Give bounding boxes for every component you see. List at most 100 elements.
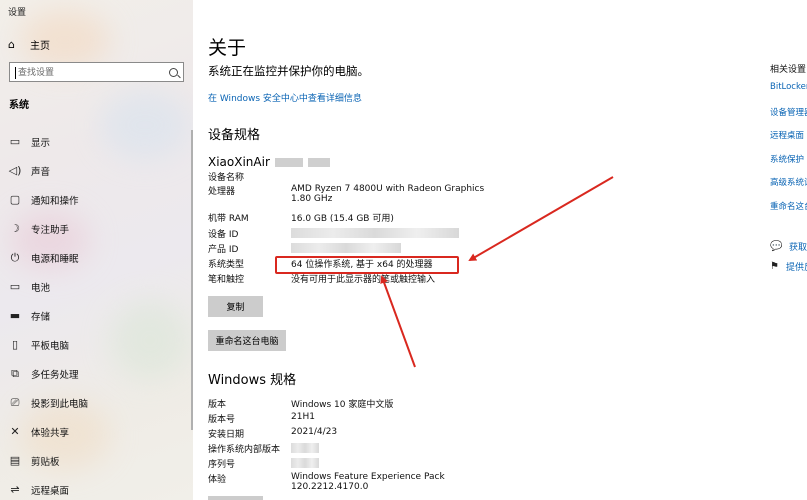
sidebar-item-label: 平板电脑 [31, 340, 70, 352]
processor-name: AMD Ryzen 7 4800U with Radeon Graphics [291, 184, 485, 194]
related-link-advanced-settings[interactable]: 高级系统设置 [770, 176, 807, 200]
related-link-remote-desktop[interactable]: 远程桌面 [770, 129, 807, 153]
spec-key: 笔和触控 [208, 275, 245, 285]
page-title: 关于 [208, 37, 247, 59]
sidebar-item-battery[interactable]: ▭ 电池 [0, 272, 193, 301]
sidebar-item-power[interactable]: ⏻ 电源和睡眠 [0, 243, 193, 272]
multitask-icon: ⧉ [11, 366, 19, 380]
sidebar-item-label: 远程桌面 [31, 485, 70, 497]
related-link-bitlocker[interactable]: BitLocker [770, 82, 807, 106]
sidebar-item-clipboard[interactable]: ▤ 剪贴板 [0, 446, 193, 475]
sidebar-item-shared-experiences[interactable]: ✕ 体验共享 [0, 417, 193, 446]
redacted-text [307, 157, 330, 167]
remote-icon: ⇌ [10, 483, 20, 496]
sidebar-item-label: 专注助手 [31, 224, 70, 236]
sidebar-item-focus-assist[interactable]: ☽ 专注助手 [0, 214, 193, 243]
notification-icon: ▢ [9, 193, 21, 206]
sidebar-item-remote-desktop[interactable]: ⇌ 远程桌面 [0, 475, 193, 500]
related-settings-heading: 相关设置 [770, 65, 807, 75]
sidebar-nav: ▭ 显示 ◁) 声音 ▢ 通知和操作 ☽ 专注助手 ⏻ 电源和睡眠 ▭ 电池 ▬ 存储 ▯ 平板… [0, 127, 193, 500]
redacted-value [291, 458, 319, 468]
sidebar-item-label: 剪贴板 [31, 456, 60, 468]
spec-key: 处理器 [208, 187, 236, 197]
search-placeholder: 查找设置 [18, 68, 55, 79]
spec-key: 操作系统内部版本 [208, 445, 281, 455]
copy-button[interactable]: 复制 [208, 296, 263, 317]
redacted-value [291, 443, 319, 453]
speaker-icon: ◁) [8, 164, 22, 177]
sidebar-item-multitasking[interactable]: ⧉ 多任务处理 [0, 359, 193, 388]
sidebar-item-display[interactable]: ▭ 显示 [0, 127, 193, 156]
sidebar-home[interactable]: ⌂ 主页 [8, 37, 50, 52]
sidebar-item-label: 投影到此电脑 [31, 398, 89, 410]
spec-value: 2021/4/23 [291, 427, 338, 437]
sidebar-item-label: 多任务处理 [31, 369, 79, 381]
spec-key: 版本 [208, 400, 227, 410]
help-label: 获取帮助 [789, 242, 807, 253]
feedback-icon: ⚑ [770, 260, 779, 272]
sidebar-item-projecting[interactable]: ⎚ 投影到此电脑 [0, 388, 193, 417]
sidebar-item-label: 通知和操作 [31, 195, 79, 207]
spec-key: 安装日期 [208, 430, 245, 440]
spec-value: 没有可用于此显示器的笔或触控输入 [291, 275, 436, 285]
related-link-system-protection[interactable]: 系统保护 [770, 153, 807, 177]
feedback-link[interactable]: ⚑ 提供反馈 [770, 256, 807, 276]
main-content: 关于 系统正在监控并保护你的电脑。 在 Windows 安全中心中查看详细信息 … [193, 0, 773, 500]
windows-spec-table: 版本 Windows 10 家庭中文版 版本号 21H1 安装日期 2021/4… [208, 397, 488, 492]
sidebar-item-sound[interactable]: ◁) 声音 [0, 156, 193, 185]
related-link-rename-pc[interactable]: 重命名这台电脑 [770, 200, 807, 224]
windows-spec-heading: Windows 规格 [208, 373, 297, 388]
spec-key: 体验 [208, 475, 227, 485]
spec-row-processor: 处理器 AMD Ryzen 7 4800U with Radeon Graphi… [208, 184, 488, 211]
copy-button-windows[interactable] [208, 496, 263, 500]
sidebar-item-storage[interactable]: ▬ 存储 [0, 301, 193, 330]
spec-key: 产品 ID [208, 245, 239, 255]
spec-row-os-build: 操作系统内部版本 [208, 442, 488, 457]
sidebar-item-label: 体验共享 [31, 427, 70, 439]
spec-key: 设备 ID [208, 230, 239, 240]
spec-row-version: 版本号 21H1 [208, 412, 488, 427]
sidebar-item-label: 显示 [31, 137, 51, 149]
window-title: 设置 [8, 8, 27, 18]
spec-value [291, 170, 488, 184]
home-icon: ⌂ [8, 38, 15, 51]
spec-row-product-id: 产品 ID [208, 242, 488, 257]
text-caret [15, 66, 16, 79]
sidebar-item-label: 声音 [31, 166, 51, 178]
sidebar-item-label: 电源和睡眠 [31, 253, 79, 265]
share-icon: ✕ [10, 425, 20, 438]
chat-icon: 💬 [770, 240, 783, 252]
spec-value [291, 442, 488, 457]
annotation-highlight-box [275, 256, 459, 274]
spec-row-device-id: 设备 ID [208, 227, 488, 242]
search-input[interactable]: 查找设置 [9, 62, 184, 82]
sidebar-item-label: 存储 [31, 311, 51, 323]
spec-key: 机带 RAM [208, 214, 249, 224]
search-icon[interactable] [169, 67, 178, 77]
spec-key: 版本号 [208, 415, 236, 425]
sidebar-item-label: 电池 [31, 282, 51, 294]
redacted-value [291, 243, 401, 253]
spec-row-edition: 版本 Windows 10 家庭中文版 [208, 397, 488, 412]
clipboard-icon: ▤ [9, 454, 21, 467]
sidebar-home-label: 主页 [30, 41, 50, 52]
sidebar-item-notifications[interactable]: ▢ 通知和操作 [0, 185, 193, 214]
related-settings: 相关设置 BitLocker 设备管理器 远程桌面 系统保护 高级系统设置 重命… [770, 62, 807, 223]
security-center-link[interactable]: 在 Windows 安全中心中查看详细信息 [208, 91, 362, 104]
get-help-link[interactable]: 💬 获取帮助 [770, 236, 807, 256]
spec-key: 序列号 [208, 460, 236, 470]
power-icon: ⏻ [10, 250, 20, 264]
display-icon: ▭ [9, 135, 21, 148]
rename-pc-button[interactable]: 重命名这台电脑 [208, 330, 286, 351]
sidebar-item-tablet[interactable]: ▯ 平板电脑 [0, 330, 193, 359]
spec-row-device-name: 设备名称 [208, 170, 488, 184]
spec-value [291, 457, 488, 472]
spec-value: Windows Feature Experience Pack 120.2212… [291, 472, 445, 492]
project-icon: ⎚ [10, 395, 20, 409]
spec-row-install-date: 安装日期 2021/4/23 [208, 427, 488, 442]
redacted-value [291, 228, 459, 238]
spec-value: 16.0 GB (15.4 GB 可用) [291, 214, 394, 224]
device-name-heading: XiaoXinAir [208, 155, 330, 169]
device-name-text: XiaoXinAir [208, 155, 270, 169]
related-link-device-manager[interactable]: 设备管理器 [770, 106, 807, 130]
